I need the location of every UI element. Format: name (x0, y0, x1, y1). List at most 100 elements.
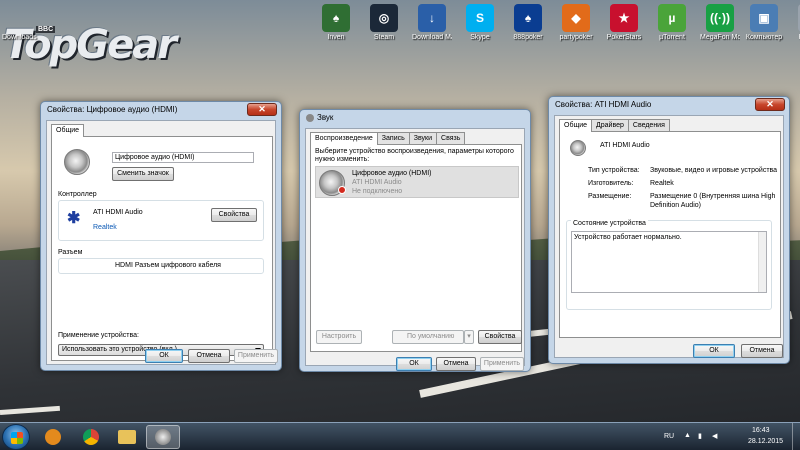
show-desktop-button[interactable] (792, 423, 800, 450)
close-button[interactable]: ✕ (755, 98, 785, 111)
tab-sounds[interactable]: Звуки (408, 132, 438, 144)
desktop-icon-9[interactable]: ▣ Компьютер (744, 4, 784, 48)
app-icon: ◆ (562, 4, 590, 32)
tab-recording[interactable]: Запись (376, 132, 410, 144)
close-button[interactable]: ✕ (247, 103, 277, 116)
desktop-icon-3[interactable]: S Skype (460, 4, 500, 48)
desktop-icon-6[interactable]: ★ PokerStars (604, 4, 644, 48)
jack-heading: Разъем (58, 249, 83, 256)
apply-button[interactable]: Применить (234, 349, 278, 363)
speaker-icon (570, 140, 586, 156)
desktop-icon-label: Компьютер (745, 34, 783, 41)
jack-text: HDMI Разъем цифрового кабеля (115, 262, 221, 269)
app-icon: ♠ (322, 4, 350, 32)
status-heading: Состояние устройства (571, 220, 648, 227)
tab-driver[interactable]: Драйвер (591, 119, 629, 131)
tab-details[interactable]: Сведения (627, 119, 670, 131)
topgear-logo: TopGear (4, 22, 177, 68)
device-status-group: Состояние устройства Устройство работает… (566, 220, 772, 310)
playback-instruction: Выберите устройство воспроизведения, пар… (315, 148, 514, 163)
desktop-icon-7[interactable]: µ µTorrent (652, 4, 692, 48)
properties-button[interactable]: Свойства (478, 330, 522, 344)
clock-time[interactable]: 16:43 (752, 427, 770, 434)
chrome-icon (83, 429, 99, 445)
desktop-icon-label: PokerStars (606, 34, 642, 41)
jack-group: HDMI Разъем цифрового кабеля (58, 258, 264, 274)
set-default-dropdown[interactable]: ▾ (464, 330, 474, 344)
tray-expand-icon[interactable]: ▲ (684, 432, 691, 439)
hdmi-properties-window[interactable]: Свойства: Цифровое аудио (HDMI) ✕ Общие … (40, 101, 282, 371)
desktop-icon-label: Skype (470, 34, 490, 41)
downloads-label[interactable]: Downloads (2, 34, 37, 41)
manufacturer-value: Realtek (650, 180, 674, 187)
taskbar-chrome[interactable] (74, 425, 108, 449)
desktop-icon-label: Корзина (792, 34, 800, 42)
taskbar-media-player[interactable] (36, 425, 70, 449)
tab-communications[interactable]: Связь (436, 132, 466, 144)
close-icon: ✕ (258, 104, 266, 114)
device-name-field[interactable]: Цифровое аудио (HDMI) (112, 152, 254, 163)
device-status: Не подключено (352, 188, 403, 195)
location-value-line2: Definition Audio) (650, 202, 701, 209)
media-player-icon (45, 429, 61, 445)
app-icon: S (466, 4, 494, 32)
desktop-icon-2[interactable]: ↓ Download Master (412, 4, 452, 48)
taskbar: RU ▲ ▮ ◀ 16:43 28.12.2015 (0, 422, 800, 450)
desktop-icon-10[interactable]: ♻Корзина (792, 4, 800, 48)
desktop-icon-label: Steam (373, 34, 395, 41)
desktop-icon-label: partypoker (559, 34, 593, 41)
desktop-icon-4[interactable]: ♠ 888poker (508, 4, 548, 48)
folder-icon (118, 430, 136, 444)
controller-properties-button[interactable]: Свойства (211, 208, 257, 222)
desktop-icon-8[interactable]: ((·)) MegaFon Modem (700, 4, 740, 48)
network-icon[interactable]: ▮ (698, 432, 702, 440)
general-panel: Цифровое аудио (HDMI) Сменить значок Кон… (51, 136, 273, 361)
volume-icon[interactable]: ◀ (712, 432, 717, 440)
taskbar-explorer[interactable] (110, 425, 144, 449)
realtek-crab-icon: ✱ (67, 210, 81, 227)
close-icon: ✕ (766, 99, 774, 109)
ok-button[interactable]: ОК (693, 344, 735, 358)
controller-heading: Контроллер (58, 191, 97, 198)
app-icon: ((·)) (706, 4, 734, 32)
controller-name: ATI HDMI Audio (93, 209, 143, 216)
desktop-icon-5[interactable]: ◆ partypoker (556, 4, 596, 48)
taskbar-sound-settings[interactable] (146, 425, 180, 449)
language-indicator[interactable]: RU (664, 433, 674, 440)
start-button[interactable] (2, 424, 30, 450)
desktop-icon-label: 888poker (513, 34, 543, 41)
windows-logo-icon (11, 432, 23, 444)
scrollbar[interactable] (758, 232, 766, 292)
controller-link[interactable]: Realtek (93, 224, 117, 231)
ok-button[interactable]: ОК (396, 357, 432, 371)
tab-general[interactable]: Общие (51, 124, 85, 137)
speaker-icon (155, 429, 171, 445)
ati-properties-window[interactable]: Свойства: ATI HDMI Audio ✕ Общие Драйвер… (548, 96, 790, 364)
bbc-badge: BBC (36, 26, 56, 33)
set-default-button[interactable]: По умолчанию (392, 330, 464, 344)
sound-window[interactable]: Звук Воспроизведение Запись Звуки Связь … (299, 109, 531, 372)
app-icon: ★ (610, 4, 638, 32)
change-icon-button[interactable]: Сменить значок (112, 167, 174, 181)
usage-label: Применение устройства: (58, 332, 139, 339)
ok-button[interactable]: ОК (145, 349, 183, 363)
tab-general[interactable]: Общие (559, 119, 593, 132)
window-title: Звук (300, 110, 530, 128)
desktop-icon-label: MegaFon Modem (700, 34, 740, 41)
configure-button[interactable]: Настроить (316, 330, 362, 344)
cancel-button[interactable]: Отмена (188, 349, 230, 363)
cancel-button[interactable]: Отмена (436, 357, 476, 371)
desktop-icon-1[interactable]: ◎ Steam (364, 4, 404, 48)
device-name: ATI HDMI Audio (600, 142, 650, 149)
device-type-value: Звуковые, видео и игровые устройства (650, 167, 778, 174)
desktop-icon-label: Inven (327, 34, 345, 41)
status-textbox[interactable]: Устройство работает нормально. (571, 231, 767, 293)
desktop-icon-0[interactable]: ♠ Inven (316, 4, 356, 48)
playback-panel: Выберите устройство воспроизведения, пар… (310, 144, 522, 352)
device-list-item[interactable]: Цифровое аудио (HDMI) ATI HDMI Audio Не … (315, 166, 519, 198)
general-panel: ATI HDMI Audio Тип устройства: Звуковые,… (559, 131, 781, 338)
tab-playback[interactable]: Воспроизведение (310, 132, 378, 145)
apply-button[interactable]: Применить (480, 357, 524, 371)
cancel-button[interactable]: Отмена (741, 344, 783, 358)
clock-date[interactable]: 28.12.2015 (748, 438, 783, 445)
